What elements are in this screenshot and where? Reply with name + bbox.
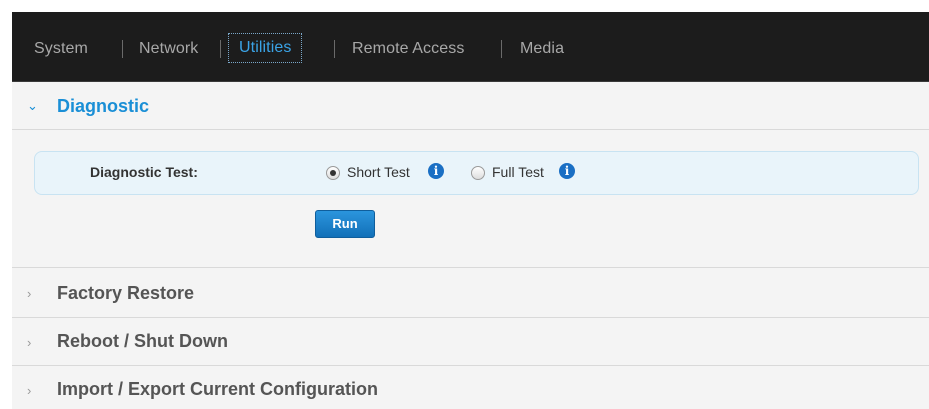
section-factory-restore-header[interactable]: › Factory Restore — [12, 269, 929, 318]
chevron-right-icon: › — [27, 383, 32, 398]
section-title: Import / Export Current Configuration — [57, 379, 378, 399]
chevron-down-icon: ⌄ — [27, 98, 38, 113]
nav-separator — [220, 40, 221, 58]
full-test-radio[interactable] — [471, 166, 485, 180]
full-test-label[interactable]: Full Test — [492, 164, 544, 180]
section-title: Reboot / Shut Down — [57, 331, 228, 351]
info-icon[interactable]: i — [559, 163, 575, 179]
short-test-label[interactable]: Short Test — [347, 164, 410, 180]
info-icon[interactable]: i — [428, 163, 444, 179]
run-button[interactable]: Run — [315, 210, 375, 238]
short-test-radio[interactable] — [326, 166, 340, 180]
section-import-export-header[interactable]: › Import / Export Current Configuration — [12, 366, 929, 409]
top-navigation: System Network Utilities Remote Access M… — [12, 12, 929, 82]
nav-tab-media[interactable]: Media — [520, 36, 564, 62]
section-title: Diagnostic — [57, 96, 150, 116]
nav-separator — [334, 40, 335, 58]
section-title: Factory Restore — [57, 283, 195, 303]
nav-tab-utilities[interactable]: Utilities — [228, 33, 303, 63]
section-diagnostic-header[interactable]: ⌄ Diagnostic — [12, 83, 929, 130]
nav-tab-remote-access[interactable]: Remote Access — [352, 36, 464, 62]
app-frame: System Network Utilities Remote Access M… — [12, 12, 929, 409]
nav-tab-system[interactable]: System — [34, 36, 88, 62]
diagnostic-panel: Diagnostic Test: Short Test i Full Test … — [12, 130, 929, 268]
diagnostic-test-label: Diagnostic Test: — [90, 164, 198, 180]
nav-separator — [501, 40, 502, 58]
nav-separator — [122, 40, 123, 58]
nav-tab-network[interactable]: Network — [139, 36, 198, 62]
chevron-right-icon: › — [27, 335, 32, 350]
section-reboot-header[interactable]: › Reboot / Shut Down — [12, 318, 929, 366]
diagnostic-test-row: Diagnostic Test: Short Test i Full Test … — [34, 151, 919, 195]
chevron-right-icon: › — [27, 286, 32, 301]
